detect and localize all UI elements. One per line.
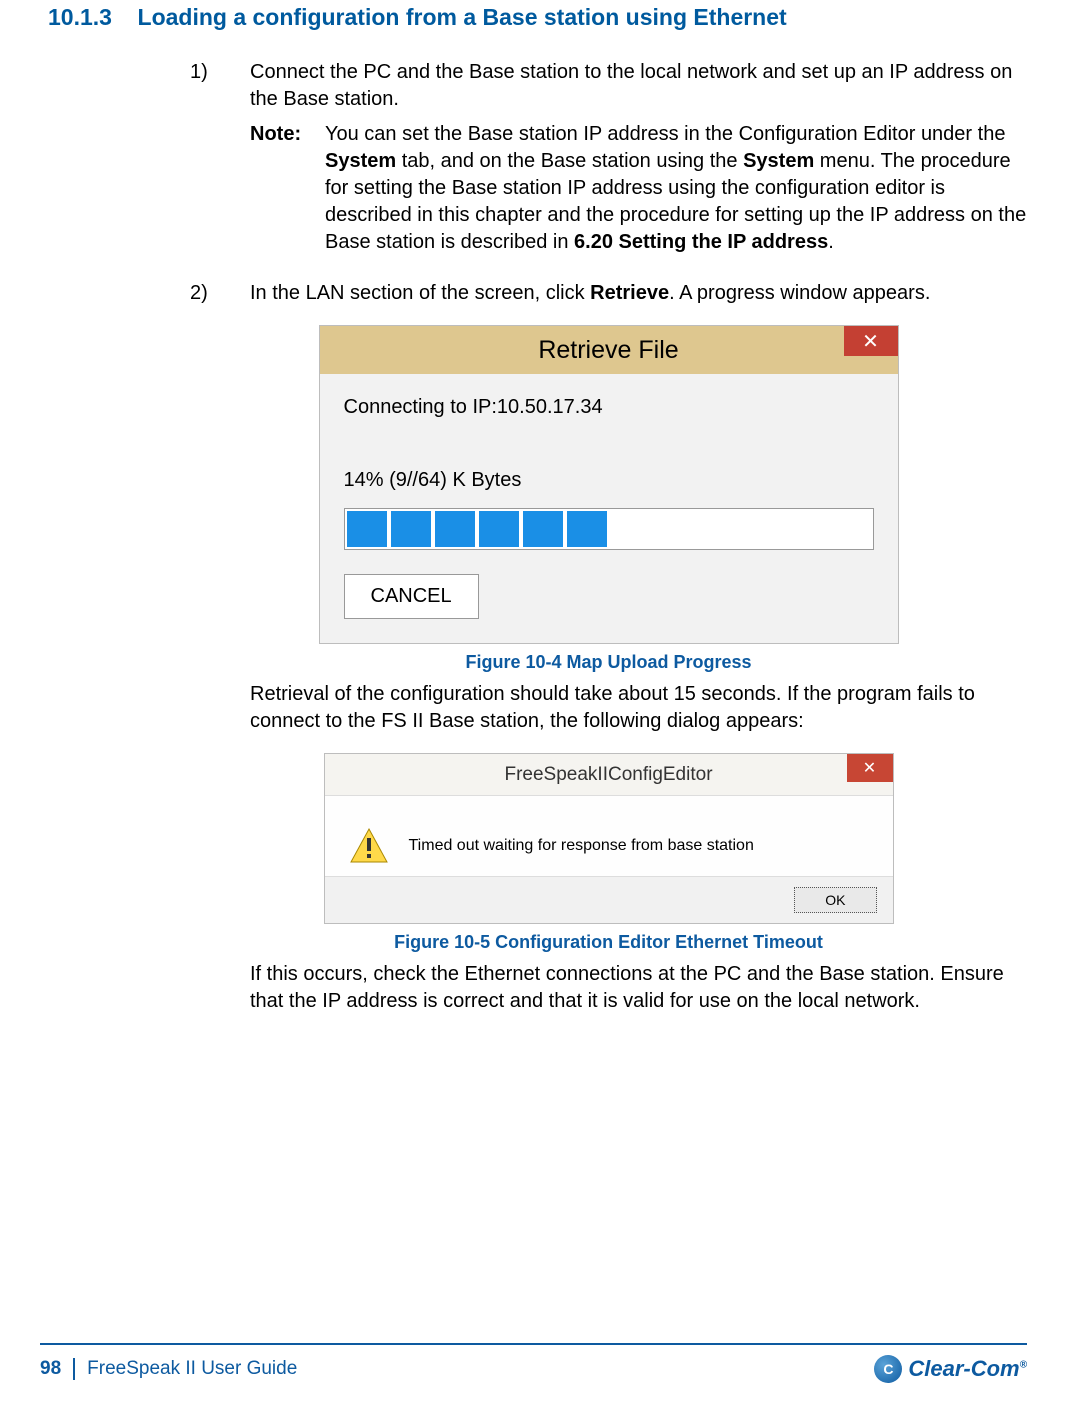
paragraph: Retrieval of the configuration should ta… <box>250 681 1027 735</box>
note-body: You can set the Base station IP address … <box>325 121 1027 256</box>
progress-label: 14% (9//64) K Bytes <box>344 469 874 492</box>
step-text-part: In the LAN section of the screen, click <box>250 282 590 304</box>
step-1: 1) Connect the PC and the Base station t… <box>190 59 1027 113</box>
paragraph: If this occurs, check the Ethernet conne… <box>250 961 1027 1015</box>
progress-block <box>435 511 475 547</box>
step-text: Connect the PC and the Base station to t… <box>250 59 1027 113</box>
page-footer: 98 FreeSpeak II User Guide C Clear-Com® <box>40 1343 1027 1383</box>
ok-button[interactable]: OK <box>794 887 876 913</box>
note-bold: 6.20 Setting the IP address <box>574 231 828 253</box>
note-label: Note: <box>250 121 325 256</box>
note-text: You can set the Base station IP address … <box>325 123 1005 145</box>
cancel-button[interactable]: CANCEL <box>344 574 479 619</box>
close-icon: ✕ <box>863 758 876 778</box>
step-2: 2) In the LAN section of the screen, cli… <box>190 280 1027 307</box>
logo-icon: C <box>874 1355 902 1383</box>
figure-caption-2: Figure 10-5 Configuration Editor Etherne… <box>190 932 1027 953</box>
dialog-body: Timed out waiting for response from base… <box>325 796 893 876</box>
retrieve-file-dialog: Retrieve File ✕ Connecting to IP:10.50.1… <box>319 325 899 644</box>
progress-block <box>347 511 387 547</box>
step-number: 1) <box>190 59 250 113</box>
step-text-part: . A progress window appears. <box>669 282 930 304</box>
close-icon: ✕ <box>862 329 879 354</box>
figure-caption-1: Figure 10-4 Map Upload Progress <box>190 652 1027 673</box>
timeout-dialog: FreeSpeakIIConfigEditor ✕ Timed out wait… <box>324 753 894 924</box>
note-bold: System <box>743 150 814 172</box>
progress-block <box>567 511 607 547</box>
progress-block <box>479 511 519 547</box>
section-number: 10.1.3 <box>48 4 112 30</box>
note-block: Note: You can set the Base station IP ad… <box>250 121 1027 256</box>
progress-block <box>391 511 431 547</box>
note-text: . <box>828 231 834 253</box>
section-title: Loading a configuration from a Base stat… <box>138 4 787 30</box>
clearcom-logo: C Clear-Com® <box>874 1355 1027 1383</box>
close-button[interactable]: ✕ <box>844 326 898 356</box>
dialog-message: Timed out waiting for response from base… <box>409 837 754 855</box>
dialog-title: Retrieve File <box>320 336 898 365</box>
progress-bar <box>344 508 874 550</box>
close-button[interactable]: ✕ <box>847 754 893 782</box>
guide-name: FreeSpeak II User Guide <box>87 1358 297 1380</box>
step-text: In the LAN section of the screen, click … <box>250 280 1027 307</box>
step-number: 2) <box>190 280 250 307</box>
logo-text: Clear-Com® <box>908 1356 1027 1382</box>
step-bold: Retrieve <box>590 282 669 304</box>
section-heading: 10.1.3 Loading a configuration from a Ba… <box>48 4 1037 31</box>
dialog-body: Connecting to IP:10.50.17.34 14% (9//64)… <box>320 374 898 643</box>
dialog-title: FreeSpeakIIConfigEditor <box>325 764 893 786</box>
warning-icon <box>349 826 389 866</box>
dialog-titlebar: Retrieve File ✕ <box>320 326 898 374</box>
note-text: tab, and on the Base station using the <box>396 150 743 172</box>
page-number: 98 <box>40 1358 75 1380</box>
note-bold: System <box>325 150 396 172</box>
dialog-titlebar: FreeSpeakIIConfigEditor ✕ <box>325 754 893 796</box>
progress-block <box>523 511 563 547</box>
connecting-label: Connecting to IP:10.50.17.34 <box>344 396 874 419</box>
dialog-footer: OK <box>325 876 893 923</box>
